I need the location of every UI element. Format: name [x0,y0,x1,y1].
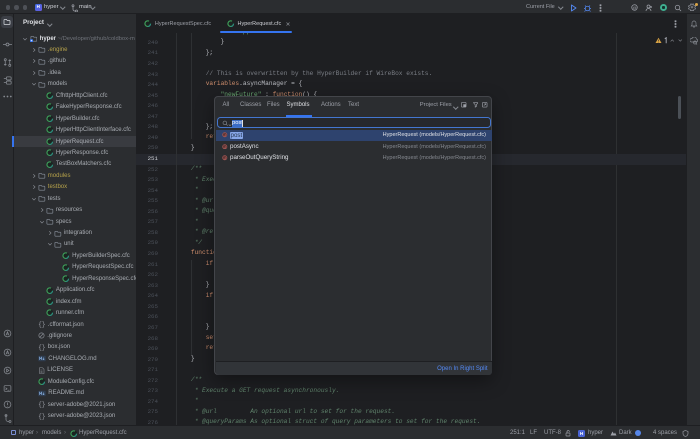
svg-text:@: @ [632,4,636,9]
